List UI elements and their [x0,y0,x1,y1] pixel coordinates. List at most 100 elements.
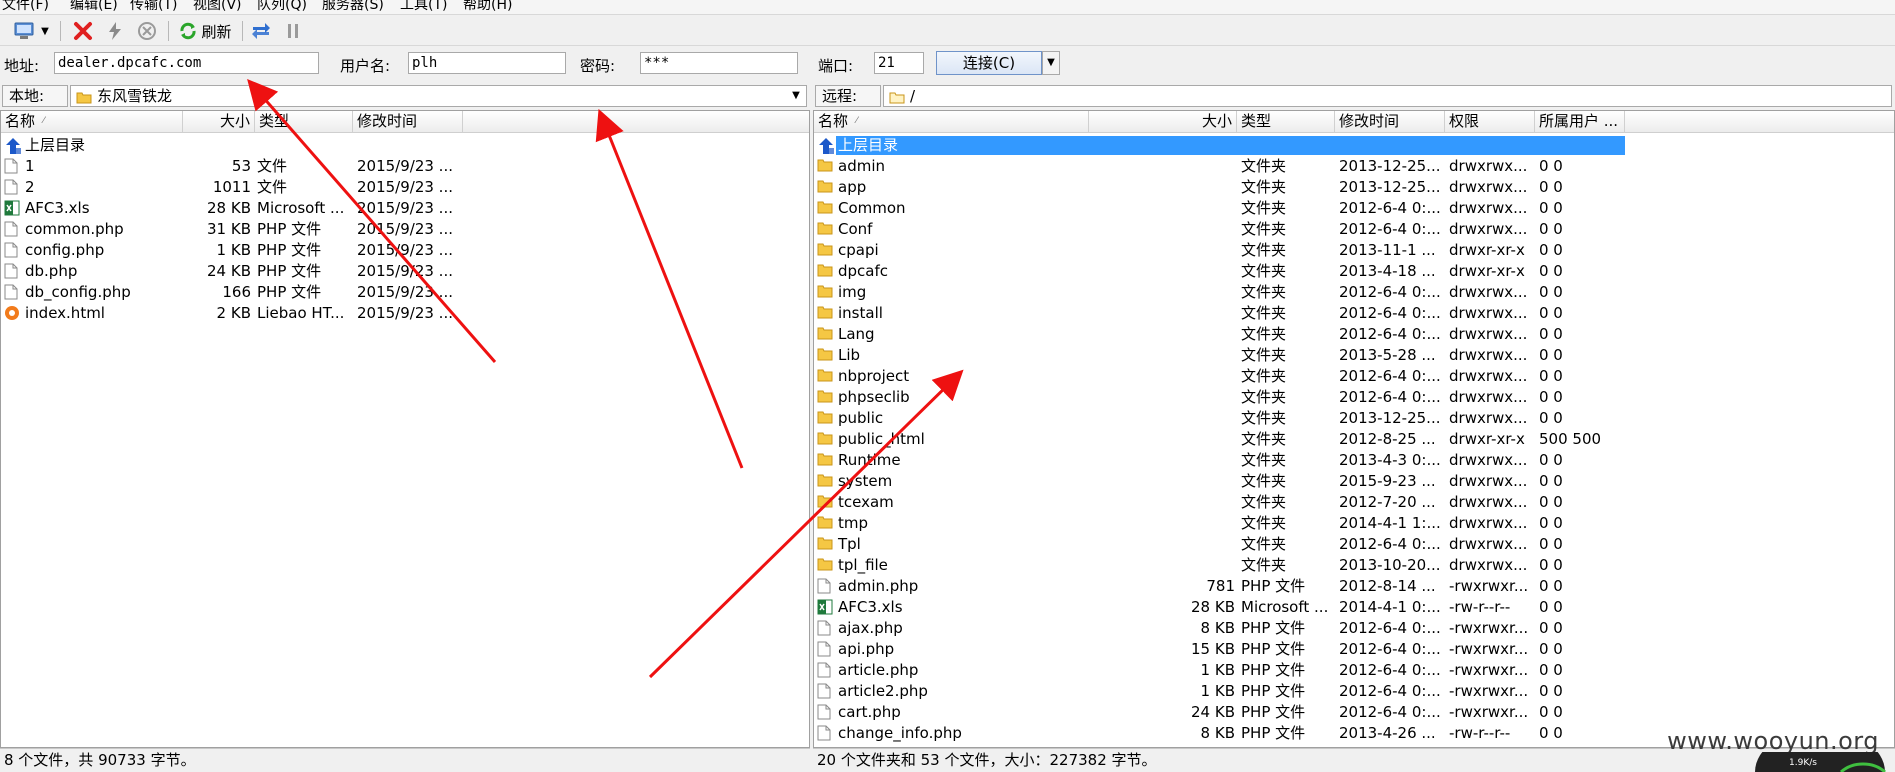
file-type: PHP 文件 [1241,661,1306,679]
username-input[interactable]: plh [408,52,566,74]
file-row[interactable]: AFC3.xls 28 KB Microsoft ... 2015/9/23 ... [1,198,809,219]
column-modified[interactable]: 修改时间 [1335,111,1445,133]
parent-directory-row[interactable]: 上层目录 [1,135,809,156]
file-modified: 2012-6-4 0:... [1339,304,1441,322]
folder-row[interactable]: Runtime 文件夹 2013-4-3 0:... drwxrwx... 0 0 [814,450,1894,471]
column-size[interactable]: 大小 [183,111,255,133]
column-owner[interactable]: 所属用户 ... [1535,111,1625,133]
folder-row[interactable]: system 文件夹 2015-9-23 ... drwxrwx... 0 0 [814,471,1894,492]
file-row[interactable]: cart.php 24 KB PHP 文件 2012-6-4 0:... -rwxrwx… [814,702,1894,723]
stop-button[interactable] [134,19,160,43]
password-input[interactable]: *** [640,52,798,74]
file-row[interactable]: common.php 31 KB PHP 文件 2015/9/23 ... [1,219,809,240]
file-row[interactable]: article.php 1 KB PHP 文件 2012-6-4 0:... -rwxr… [814,660,1894,681]
column-size[interactable]: 大小 [1089,111,1237,133]
transfer-queue-button[interactable] [248,19,274,43]
folder-row[interactable]: tcexam 文件夹 2012-7-20 ... drwxrwx... 0 0 [814,492,1894,513]
menu-help[interactable]: 帮助(H) [463,0,512,14]
remote-path-bar: 远程: / [813,83,1895,109]
folder-row[interactable]: install 文件夹 2012-6-4 0:... drwxrwx... 0 0 [814,303,1894,324]
folder-row[interactable]: admin 文件夹 2013-12-25... drwxrwx... 0 0 [814,156,1894,177]
connect-button[interactable]: 连接(C) [936,51,1042,75]
folder-row[interactable]: Lang 文件夹 2012-6-4 0:... drwxrwx... 0 0 [814,324,1894,345]
file-row[interactable]: db.php 24 KB PHP 文件 2015/9/23 ... [1,261,809,282]
parent-directory-label: 上层目录 [25,136,86,154]
folder-row[interactable]: img 文件夹 2012-6-4 0:... drwxrwx... 0 0 [814,282,1894,303]
menu-edit[interactable]: 编辑(E) [70,0,118,14]
file-row[interactable]: db_config.php 166 PHP 文件 2015/9/23 ... [1,282,809,303]
file-row[interactable]: AFC3.xls 28 KB Microsoft ... 2014-4-1 0:...… [814,597,1894,618]
file-size [1089,408,1239,429]
file-size: 166 [222,283,251,301]
remote-path-combo[interactable]: / [883,85,1892,107]
file-type: 文件夹 [1241,451,1287,469]
remote-path-value: / [910,87,916,105]
file-size [1089,513,1239,534]
file-row[interactable]: api.php 15 KB PHP 文件 2012-6-4 0:... -rwxrwxr… [814,639,1894,660]
folder-row[interactable]: cpapi 文件夹 2013-11-1 ... drwxr-xr-x 0 0 [814,240,1894,261]
file-row[interactable]: ajax.php 8 KB PHP 文件 2012-6-4 0:... -rwxrwxr… [814,618,1894,639]
file-type: PHP 文件 [1241,703,1306,721]
menu-tools[interactable]: 工具(T) [400,0,447,14]
local-file-list[interactable]: 名称 ⁄ 大小 类型 修改时间 上层目录 1 53 文件 2015/9/23 ... 2 10… [0,110,810,748]
folder-row[interactable]: app 文件夹 2013-12-25... drwxrwx... 0 0 [814,177,1894,198]
disconnect-button[interactable] [70,19,96,43]
folder-row[interactable]: public 文件夹 2013-12-25... drwxrwx... 0 0 [814,408,1894,429]
folder-row[interactable]: dpcafc 文件夹 2013-4-18 ... drwxr-xr-x 0 0 [814,261,1894,282]
file-owner: 0 0 [1539,472,1563,490]
pause-button[interactable] [280,19,306,43]
column-name[interactable]: 名称 ⁄ [814,111,1089,133]
menu-file[interactable]: 文件(F) [2,0,49,14]
file-owner: 0 0 [1539,535,1563,553]
file-permissions: drwxrwx... [1449,556,1528,574]
folder-row[interactable]: Conf 文件夹 2012-6-4 0:... drwxrwx... 0 0 [814,219,1894,240]
chevron-down-icon: ▼ [41,25,49,37]
column-name[interactable]: 名称 ⁄ [1,111,183,133]
refresh-icon [178,21,198,41]
folder-row[interactable]: tpl_file 文件夹 2013-10-20... drwxrwx... 0 0 [814,555,1894,576]
file-row[interactable]: article2.php 1 KB PHP 文件 2012-6-4 0:... -rwx… [814,681,1894,702]
file-type: PHP 文件 [1241,577,1306,595]
file-owner: 0 0 [1539,514,1563,532]
menu-server[interactable]: 服务器(S) [322,0,384,14]
folder-row[interactable]: Common 文件夹 2012-6-4 0:... drwxrwx... 0 0 [814,198,1894,219]
folder-row[interactable]: phpseclib 文件夹 2012-6-4 0:... drwxrwx... 0 0 [814,387,1894,408]
refresh-button[interactable]: 刷新 [176,19,234,43]
address-input[interactable]: dealer.dpcafc.com [54,52,319,74]
port-input[interactable]: 21 [874,52,924,74]
folder-row[interactable]: public_html 文件夹 2012-8-25 ... drwxr-xr-x 500… [814,429,1894,450]
file-row[interactable]: admin.php 781 PHP 文件 2012-8-14 ... -rwxrwxr.… [814,576,1894,597]
file-row[interactable]: index.html 2 KB Liebao HT... 2015/9/23 ... [1,303,809,324]
address-label: 地址: [4,57,40,75]
remote-list-header: 名称 ⁄ 大小 类型 修改时间 权限 所属用户 ... [814,111,1894,133]
menu-transfer[interactable]: 传输(T) [130,0,177,14]
file-row[interactable]: 1 53 文件 2015/9/23 ... [1,156,809,177]
folder-row[interactable]: nbproject 文件夹 2012-6-4 0:... drwxrwx... 0 0 [814,366,1894,387]
menu-queue[interactable]: 队列(Q) [257,0,307,14]
reconnect-button[interactable] [102,19,128,43]
folder-icon [76,89,92,109]
column-permissions[interactable]: 权限 [1445,111,1535,133]
folder-row[interactable]: Lib 文件夹 2013-5-28 ... drwxrwx... 0 0 [814,345,1894,366]
file-modified: 2015/9/23 ... [357,304,453,322]
column-modified[interactable]: 修改时间 [353,111,463,133]
file-owner: 0 0 [1539,220,1563,238]
parent-directory-row[interactable]: 上层目录 [814,135,1894,156]
local-path-combo[interactable]: 东风雪铁龙 ▼ [70,85,807,107]
folder-row[interactable]: Tpl 文件夹 2012-6-4 0:... drwxrwx... 0 0 [814,534,1894,555]
file-permissions: drwxrwx... [1449,283,1528,301]
file-row[interactable]: 2 1011 文件 2015/9/23 ... [1,177,809,198]
chevron-down-icon[interactable]: ▼ [788,88,804,104]
folder-row[interactable]: tmp 文件夹 2014-4-1 1:... drwxrwx... 0 0 [814,513,1894,534]
menu-view[interactable]: 视图(V) [193,0,242,14]
watermark: www.wooyun.org [1667,727,1879,755]
remote-file-list[interactable]: 名称 ⁄ 大小 类型 修改时间 权限 所属用户 ... 上层目录 admin 文件夹 2… [813,110,1895,748]
column-type[interactable]: 类型 [1237,111,1335,133]
file-row[interactable]: config.php 1 KB PHP 文件 2015/9/23 ... [1,240,809,261]
column-type[interactable]: 类型 [255,111,353,133]
site-manager-button[interactable]: ▼ [10,19,52,43]
file-type: 文件夹 [1241,178,1287,196]
refresh-label: 刷新 [201,22,232,41]
connect-dropdown-button[interactable]: ▼ [1042,51,1060,75]
file-modified: 2015/9/23 ... [357,199,453,217]
